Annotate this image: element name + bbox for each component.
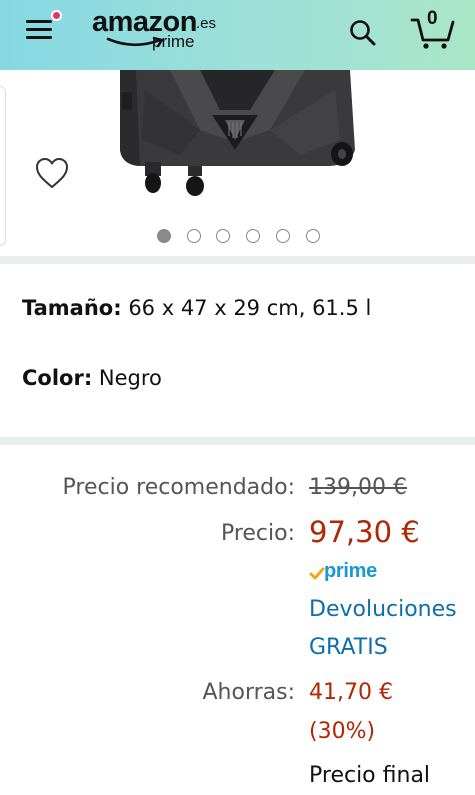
- logo-prime-text: prime: [152, 32, 195, 51]
- free-returns-link-line1[interactable]: Devoluciones: [309, 597, 457, 622]
- menu-bar-line: [26, 20, 52, 23]
- heart-icon[interactable]: [34, 156, 70, 190]
- list-price-value: 139,00 €: [309, 475, 407, 500]
- menu-bar-line: [26, 36, 52, 39]
- section-divider: [0, 256, 475, 264]
- search-icon[interactable]: [348, 18, 378, 48]
- final-price-label: Precio final: [309, 763, 431, 788]
- cart-icon[interactable]: 0: [410, 8, 456, 50]
- prime-check-icon: [309, 567, 325, 580]
- carousel-dot[interactable]: [246, 229, 260, 243]
- color-label: Color:: [22, 366, 93, 390]
- amazon-logo[interactable]: amazon .es prime: [92, 6, 232, 56]
- savings-percent: (30%): [309, 719, 376, 744]
- top-app-bar: amazon .es prime 0: [0, 0, 475, 70]
- product-image-suitcase: [120, 70, 355, 196]
- carousel-dot[interactable]: [306, 229, 320, 243]
- carousel-dot-active[interactable]: [157, 229, 171, 243]
- cart-count: 0: [427, 8, 438, 29]
- color-selector[interactable]: Color: Negro: [22, 366, 162, 390]
- carousel-dot[interactable]: [276, 229, 290, 243]
- menu-bar-line: [26, 28, 52, 31]
- previous-card-edge: [0, 86, 6, 246]
- size-selector[interactable]: Tamaño: 66 x 47 x 29 cm, 61.5 l: [22, 296, 371, 320]
- carousel-dot[interactable]: [216, 229, 230, 243]
- list-price-label: Precio recomendado:: [62, 475, 295, 500]
- section-divider: [0, 437, 475, 445]
- hamburger-menu-icon[interactable]: [26, 18, 54, 40]
- price-label: Precio:: [220, 521, 295, 546]
- product-image-carousel[interactable]: [0, 70, 475, 255]
- notification-dot: [51, 10, 62, 21]
- free-returns-link-line2[interactable]: GRATIS: [309, 635, 388, 660]
- savings-value: 41,70 €: [309, 680, 393, 705]
- size-label: Tamaño:: [22, 296, 122, 320]
- carousel-dot[interactable]: [187, 229, 201, 243]
- logo-domain: .es: [196, 15, 217, 32]
- prime-text: prime: [324, 560, 377, 582]
- price-value: 97,30 €: [309, 515, 420, 549]
- savings-label: Ahorras:: [202, 680, 295, 705]
- color-value: Negro: [98, 366, 162, 390]
- size-value: 66 x 47 x 29 cm, 61.5 l: [128, 296, 372, 320]
